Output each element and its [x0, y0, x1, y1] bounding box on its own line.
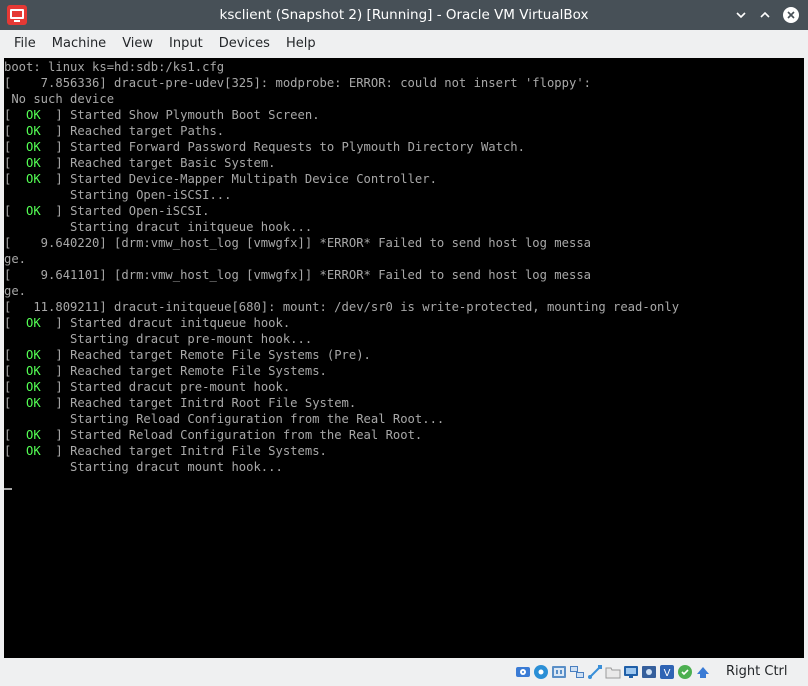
menu-file[interactable]: File — [6, 32, 44, 56]
console-message: ge. — [4, 284, 27, 298]
ok-status: OK — [26, 364, 41, 378]
ok-status: OK — [26, 172, 41, 186]
host-key-label: Right Ctrl — [726, 664, 788, 679]
console-message: Started dracut pre-mount hook. — [70, 380, 291, 394]
console-line: ge. — [4, 251, 804, 267]
menu-help[interactable]: Help — [278, 32, 324, 56]
close-icon[interactable] — [781, 5, 801, 25]
status-bar: V Right Ctrl — [0, 658, 808, 686]
video-capture-icon[interactable] — [641, 664, 657, 680]
ok-status: OK — [26, 316, 41, 330]
console-message: ge. — [4, 252, 27, 266]
menu-bar: File Machine View Input Devices Help — [0, 30, 808, 58]
console-message: Started Forward Password Requests to Ply… — [70, 140, 525, 154]
boot-console: boot: linux ks=hd:sdb:/ks1.cfg [ 7.856336… — [4, 58, 804, 658]
console-line: Starting dracut mount hook... — [4, 459, 804, 475]
ok-status: OK — [26, 380, 41, 394]
console-line: [ OK ] Reached target Initrd Root File S… — [4, 396, 357, 410]
status-icons: V — [515, 662, 711, 682]
optical-drive-icon[interactable] — [533, 664, 549, 680]
console-message: Starting dracut initqueue hook... — [4, 220, 313, 234]
menu-input[interactable]: Input — [161, 32, 211, 56]
cpu-virtualization-icon[interactable]: V — [659, 664, 675, 680]
console-line: [ 11.809211] dracut-initqueue[680]: moun… — [4, 299, 804, 315]
audio-icon[interactable] — [551, 664, 567, 680]
console-line: [ OK ] Started dracut pre-mount hook. — [4, 380, 291, 394]
console-message: Reached target Remote File Systems (Pre)… — [70, 348, 371, 362]
console-message: Reached target Initrd Root File System. — [70, 396, 357, 410]
console-line: Starting Open-iSCSI... — [4, 187, 804, 203]
console-message: No such device — [4, 92, 115, 106]
console-line: [ OK ] Reached target Remote File System… — [4, 364, 327, 378]
hard-disk-icon[interactable] — [515, 664, 531, 680]
console-message: [ 9.640220] [drm:vmw_host_log [vmwgfx]] … — [4, 236, 591, 250]
console-line: [ OK ] Reached target Basic System. — [4, 156, 276, 170]
console-line: [ 9.641101] [drm:vmw_host_log [vmwgfx]] … — [4, 267, 804, 283]
console-message: Started Reload Configuration from the Re… — [70, 428, 423, 442]
display-icon[interactable] — [623, 664, 639, 680]
console-message: Starting dracut pre-mount hook... — [4, 332, 313, 346]
console-message: Started Show Plymouth Boot Screen. — [70, 108, 320, 122]
maximize-icon[interactable] — [755, 5, 775, 25]
console-line: [ OK ] Started Device-Mapper Multipath D… — [4, 172, 437, 186]
console-message: [ 9.641101] [drm:vmw_host_log [vmwgfx]] … — [4, 268, 591, 282]
console-message: [ 11.809211] dracut-initqueue[680]: moun… — [4, 300, 680, 314]
console-line: [ OK ] Started Forward Password Requests… — [4, 140, 525, 154]
svg-text:V: V — [664, 668, 671, 679]
console-line: [ OK ] Reached target Paths. — [4, 124, 225, 138]
console-message: Reached target Remote File Systems. — [70, 364, 327, 378]
console-message: [ 7.856336] dracut-pre-udev[325]: modpro… — [4, 76, 591, 90]
console-message: Started Open-iSCSI. — [70, 204, 210, 218]
minimize-icon[interactable] — [731, 5, 751, 25]
network-icon[interactable] — [569, 664, 585, 680]
console-line: [ OK ] Reached target Remote File System… — [4, 348, 371, 362]
mouse-integration-icon[interactable] — [677, 664, 693, 680]
ok-status: OK — [26, 348, 41, 362]
console-line: [ OK ] Reached target Initrd File System… — [4, 444, 327, 458]
console-line: ge. — [4, 283, 804, 299]
text-cursor — [4, 488, 12, 490]
ok-status: OK — [26, 396, 41, 410]
ok-status: OK — [26, 156, 41, 170]
window-title: ksclient (Snapshot 2) [Running] - Oracle… — [219, 7, 589, 23]
ok-status: OK — [26, 444, 41, 458]
keyboard-icon[interactable] — [695, 664, 711, 680]
console-line: [ OK ] Started dracut initqueue hook. — [4, 316, 291, 330]
ok-status: OK — [26, 108, 41, 122]
virtualbox-window: ksclient (Snapshot 2) [Running] - Oracle… — [0, 0, 808, 686]
console-line: Starting dracut pre-mount hook... — [4, 331, 804, 347]
console-message: Starting Reload Configuration from the R… — [4, 412, 445, 426]
console-message: Reached target Paths. — [70, 124, 225, 138]
console-line: [ 9.640220] [drm:vmw_host_log [vmwgfx]] … — [4, 235, 804, 251]
console-line: [ OK ] Started Open-iSCSI. — [4, 204, 210, 218]
ok-status: OK — [26, 124, 41, 138]
console-message: boot: linux ks=hd:sdb:/ks1.cfg — [4, 60, 225, 74]
console-message: Started dracut initqueue hook. — [70, 316, 291, 330]
usb-icon[interactable] — [587, 664, 603, 680]
console-line: [ OK ] Started Show Plymouth Boot Screen… — [4, 108, 320, 122]
console-line: Starting dracut initqueue hook... — [4, 219, 804, 235]
console-message: Reached target Basic System. — [70, 156, 276, 170]
vm-display[interactable]: boot: linux ks=hd:sdb:/ks1.cfg [ 7.856336… — [4, 58, 804, 658]
console-line: Starting Reload Configuration from the R… — [4, 411, 804, 427]
console-message: Started Device-Mapper Multipath Device C… — [70, 172, 437, 186]
console-line: [ OK ] Started Reload Configuration from… — [4, 428, 423, 442]
console-message: Starting Open-iSCSI... — [4, 188, 232, 202]
ok-status: OK — [26, 204, 41, 218]
menu-view[interactable]: View — [114, 32, 161, 56]
menu-machine[interactable]: Machine — [44, 32, 114, 56]
ok-status: OK — [26, 428, 41, 442]
console-line: No such device — [4, 91, 804, 107]
title-bar[interactable]: ksclient (Snapshot 2) [Running] - Oracle… — [0, 0, 808, 30]
ok-status: OK — [26, 140, 41, 154]
menu-devices[interactable]: Devices — [211, 32, 278, 56]
shared-folders-icon[interactable] — [605, 664, 621, 680]
console-line: [ 7.856336] dracut-pre-udev[325]: modpro… — [4, 75, 804, 91]
console-message: Starting dracut mount hook... — [4, 460, 283, 474]
console-message: Reached target Initrd File Systems. — [70, 444, 327, 458]
console-line: boot: linux ks=hd:sdb:/ks1.cfg — [4, 59, 804, 75]
